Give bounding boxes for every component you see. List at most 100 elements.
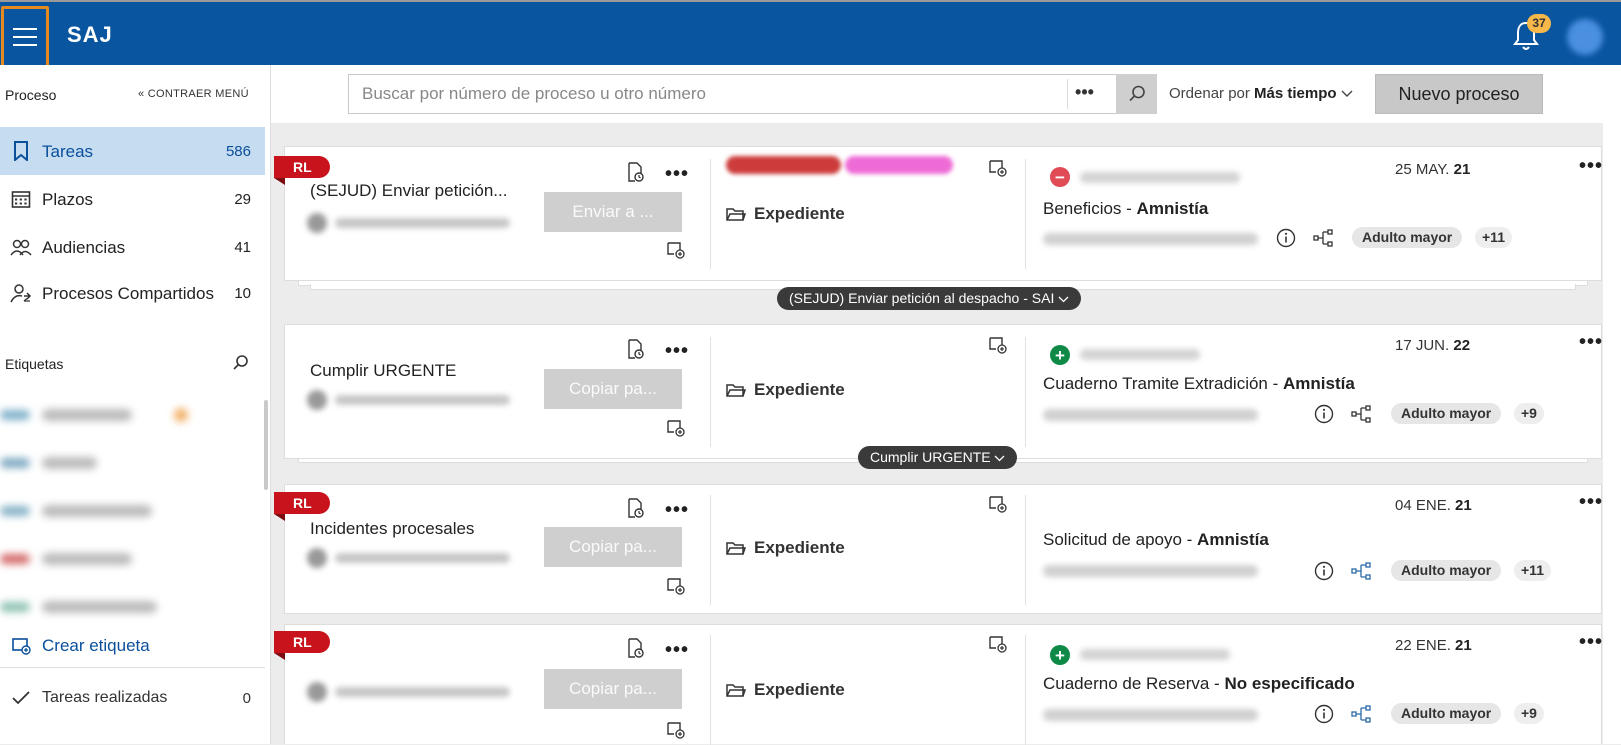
more-tags-badge[interactable]: +9 [1514,403,1544,424]
card-summary-chip[interactable]: Cumplir URGENTE [858,446,1018,469]
check-icon [0,690,42,706]
process-tag[interactable]: Adulto mayor [1391,403,1502,424]
process-tag[interactable]: Adulto mayor [1391,703,1502,724]
task-card[interactable]: Incidentes procesales ••• Copiar pa... E… [284,484,1602,614]
sidebar-item-audiencias[interactable]: Audiencias 41 [0,223,265,271]
task-action-button[interactable]: Copiar pa... [544,527,682,567]
document-timer-icon[interactable] [625,637,647,659]
blurred-assignee [307,390,517,410]
chevron-down-icon [1058,296,1069,303]
card-more-options-icon[interactable]: ••• [1579,492,1603,512]
sidebar-item-count: 10 [234,284,251,302]
label-item[interactable] [0,404,188,426]
process-tag[interactable]: Adulto mayor [1391,560,1502,581]
task-action-button[interactable]: Copiar pa... [544,669,682,709]
divider [710,337,711,447]
info-icon[interactable] [1313,403,1335,425]
collapse-menu-link[interactable]: « CONTRAER MENÚ [138,88,249,100]
label-item[interactable] [0,596,157,618]
sidebar-item-tareas[interactable]: Tareas 586 [0,127,265,175]
card-summary-chip[interactable]: (SEJUD) Enviar petición al despacho - SA… [777,287,1082,310]
search-box: ••• [348,74,1157,114]
process-tree-icon[interactable] [1350,403,1372,425]
label-item[interactable] [0,500,152,522]
folder-icon [726,684,746,697]
blurred-party-name [1080,349,1200,360]
more-options-icon[interactable]: ••• [665,500,689,520]
folder-icon [726,208,746,221]
more-options-icon[interactable]: ••• [665,640,689,660]
blurred-assignee [307,548,517,568]
avatar[interactable] [1567,19,1603,55]
more-tags-badge[interactable]: +11 [1514,560,1551,581]
menu-line [13,28,37,30]
task-action-button[interactable]: Enviar a ... [544,192,682,232]
process-tree-icon[interactable] [1312,227,1334,249]
create-label-link[interactable]: Crear etiqueta [0,633,150,659]
add-note-icon[interactable] [665,239,687,261]
process-tree-icon[interactable] [1350,703,1372,725]
divider [1025,337,1026,447]
add-note-icon[interactable] [665,417,687,439]
card-more-options-icon[interactable]: ••• [1579,332,1603,352]
bookmark-icon [0,141,42,161]
blurred-party-name [1080,172,1240,183]
toolbar: ••• Ordenar por Más tiempo Nuevo proceso [271,65,1621,123]
sidebar-item-tareas-realizadas[interactable]: Tareas realizadas 0 [0,673,265,723]
task-card[interactable]: Cumplir URGENTE ••• Copiar pa... Expedie… [284,324,1602,459]
folder-icon [726,542,746,555]
task-card[interactable]: (SEJUD) Enviar petición... ••• Enviar a … [284,146,1602,281]
new-process-button[interactable]: Nuevo proceso [1375,74,1543,114]
add-note-icon[interactable] [665,575,687,597]
expediente-link[interactable]: Expediente [726,680,845,700]
search-options-button[interactable]: ••• [1067,79,1101,109]
sidebar-item-label: Tareas [42,141,94,161]
expediente-link[interactable]: Expediente [726,204,845,224]
divider [0,667,265,668]
search-icon[interactable] [232,354,250,372]
sidebar-scrollbar[interactable] [264,400,268,490]
create-label-text: Crear etiqueta [42,636,150,655]
blurred-labels [726,156,958,176]
more-options-icon[interactable]: ••• [665,164,689,184]
info-icon[interactable] [1313,560,1335,582]
more-options-icon[interactable]: ••• [665,341,689,361]
expediente-link[interactable]: Expediente [726,380,845,400]
task-date: 17 JUN. 22 [1395,337,1471,354]
document-timer-icon[interactable] [625,338,647,360]
card-more-options-icon[interactable]: ••• [1579,632,1603,652]
search-button[interactable] [1116,74,1157,114]
label-item[interactable] [0,452,97,474]
sidebar-item-plazos[interactable]: Plazos 29 [0,175,265,223]
more-tags-badge[interactable]: +9 [1514,703,1544,724]
blurred-party-name [1080,649,1230,660]
menu-line [13,36,37,38]
info-icon[interactable] [1275,227,1297,249]
document-timer-icon[interactable] [625,161,647,183]
rl-badge: RL [274,631,330,660]
info-icon[interactable] [1313,703,1335,725]
sidebar-item-procesos-compartidos[interactable]: Procesos Compartidos 10 [0,265,265,321]
add-note-icon[interactable] [987,633,1009,655]
process-tag[interactable]: Adulto mayor [1352,227,1463,248]
expediente-link[interactable]: Expediente [726,538,845,558]
task-card[interactable]: ••• Copiar pa... Expediente + 22 ENE. 21… [284,624,1603,745]
search-input[interactable] [349,75,1064,113]
brand-title: SAJ [67,22,113,47]
add-note-icon[interactable] [987,157,1009,179]
labels-section-title: Etiquetas [5,356,64,372]
task-title: Incidentes procesales [310,519,475,538]
hamburger-menu-button[interactable] [1,6,49,68]
process-tree-icon[interactable] [1350,560,1372,582]
label-item[interactable] [0,548,132,570]
sort-dropdown[interactable]: Ordenar por Más tiempo [1169,85,1353,102]
add-note-icon[interactable] [987,493,1009,515]
document-timer-icon[interactable] [625,497,647,519]
sidebar-item-label: Audiencias [42,237,126,257]
task-action-button[interactable]: Copiar pa... [544,369,682,409]
add-note-icon[interactable] [987,334,1009,356]
sidebar-section-title: Proceso [5,87,57,103]
more-tags-badge[interactable]: +11 [1475,227,1512,248]
add-note-icon[interactable] [665,719,687,741]
card-more-options-icon[interactable]: ••• [1579,156,1603,176]
